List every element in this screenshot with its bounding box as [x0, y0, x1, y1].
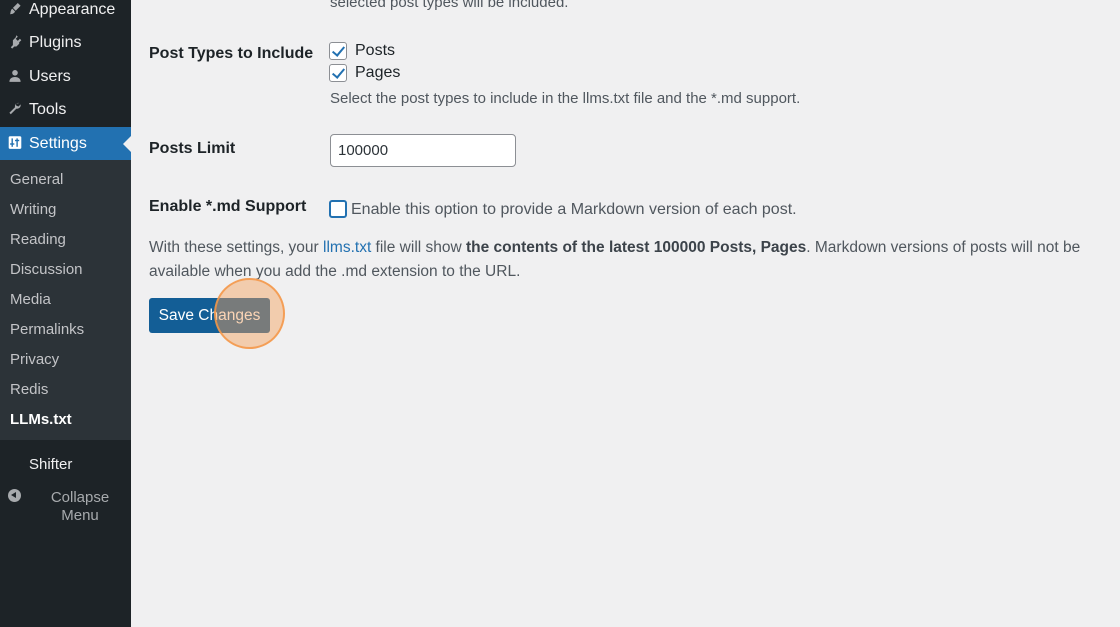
- posts-checkbox-label[interactable]: Posts: [355, 42, 395, 60]
- submenu-writing[interactable]: Writing: [10, 201, 56, 218]
- summary-prefix: With these settings, your: [149, 239, 324, 256]
- post-types-label: Post Types to Include: [149, 45, 314, 62]
- settings-main: selected post types will be included. Po…: [131, 0, 1120, 627]
- collapse-menu-label: Collapse Menu: [50, 489, 110, 524]
- menu-item-plugins[interactable]: Plugins: [0, 26, 131, 59]
- tools-wrench-icon: [9, 102, 21, 114]
- posts-limit-input[interactable]: [330, 134, 516, 167]
- settings-summary: With these settings, your llms.txt file …: [149, 236, 1114, 283]
- save-changes-button[interactable]: Save Changes: [149, 298, 270, 333]
- llms-txt-link[interactable]: llms.txt: [323, 239, 371, 256]
- menu-item-settings[interactable]: Settings: [0, 127, 131, 160]
- menu-item-appearance[interactable]: Appearance: [0, 0, 131, 26]
- menu-label-appearance: Appearance: [29, 0, 116, 18]
- submenu-reading[interactable]: Reading: [10, 231, 66, 248]
- submenu-llms-txt[interactable]: LLMs.txt: [10, 411, 72, 428]
- submenu-discussion[interactable]: Discussion: [10, 261, 83, 278]
- menu-item-shifter[interactable]: Shifter: [29, 456, 72, 473]
- pages-checkbox[interactable]: [329, 64, 347, 82]
- appearance-brush-icon: [10, 2, 21, 14]
- md-support-label: Enable *.md Support: [149, 198, 307, 215]
- users-person-icon: [9, 69, 21, 82]
- posts-limit-label: Posts Limit: [149, 140, 236, 157]
- collapse-arrow-icon: [8, 489, 21, 502]
- menu-label-users: Users: [29, 67, 71, 85]
- summary-middle: file will show: [371, 239, 466, 256]
- submenu-general[interactable]: General: [10, 171, 63, 188]
- md-support-checkbox[interactable]: [329, 200, 347, 218]
- menu-label-settings: Settings: [29, 134, 87, 152]
- md-support-checkbox-label[interactable]: Enable this option to provide a Markdown…: [351, 201, 797, 219]
- admin-sidebar: Appearance Plugins Users Tools Settings …: [0, 0, 131, 627]
- collapse-menu-button[interactable]: Collapse Menu: [0, 488, 131, 528]
- posts-checkbox[interactable]: [329, 42, 347, 60]
- post-types-description: Select the post types to include in the …: [330, 90, 801, 107]
- menu-item-tools[interactable]: Tools: [0, 93, 131, 126]
- menu-label-plugins: Plugins: [29, 33, 82, 51]
- pages-checkbox-label[interactable]: Pages: [355, 64, 400, 82]
- summary-bold: the contents of the latest 100000 Posts,…: [466, 239, 807, 256]
- submenu-permalinks[interactable]: Permalinks: [10, 321, 84, 338]
- submenu-redis[interactable]: Redis: [10, 381, 48, 398]
- plugins-plug-icon: [10, 34, 22, 49]
- menu-item-users[interactable]: Users: [0, 60, 131, 93]
- settings-sliders-icon: [8, 135, 22, 149]
- settings-submenu: General Writing Reading Discussion Media…: [0, 160, 131, 440]
- menu-label-tools: Tools: [29, 100, 67, 118]
- submenu-privacy[interactable]: Privacy: [10, 351, 59, 368]
- submenu-media[interactable]: Media: [10, 291, 51, 308]
- previous-field-description: selected post types will be included.: [330, 0, 569, 11]
